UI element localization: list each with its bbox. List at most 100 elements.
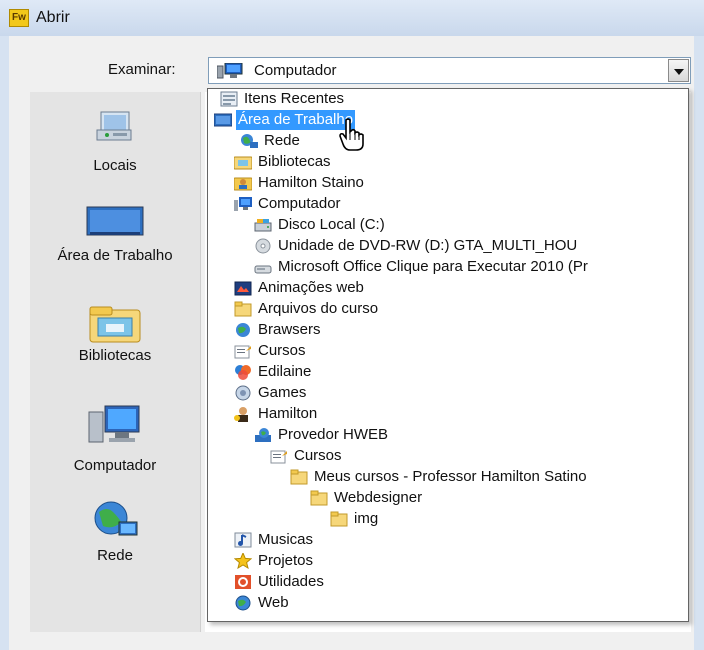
dropdown-item[interactable]: Provedor HWEB: [254, 425, 554, 445]
dropdown-item[interactable]: Cursos: [234, 341, 534, 361]
dropdown-item[interactable]: Utilidades: [234, 572, 534, 592]
hard-drive-icon: [254, 217, 272, 233]
network-icon: [240, 133, 258, 149]
dropdown-item[interactable]: Edilaine: [234, 362, 534, 382]
dropdown-item[interactable]: Microsoft Office Clique para Executar 20…: [254, 257, 688, 277]
dropdown-item-label: Projetos: [258, 552, 314, 569]
libraries-icon: [88, 304, 142, 348]
libraries-icon: [233, 154, 253, 170]
desktop-icon: [213, 112, 233, 128]
dropdown-item-label: Itens Recentes: [244, 90, 345, 107]
star-icon: [233, 551, 253, 570]
place-label: Bibliotecas: [78, 347, 152, 364]
dropdown-item[interactable]: Musicas: [234, 530, 534, 550]
place-recent[interactable]: Locais: [30, 102, 200, 174]
dropdown-item[interactable]: Animações web: [234, 278, 534, 298]
dropdown-item-label: Microsoft Office Clique para Executar 20…: [278, 258, 588, 275]
window-frame-left: [0, 36, 9, 650]
look-in-label: Examinar:: [108, 61, 176, 78]
globe-icon: [234, 595, 252, 611]
virtual-drive-icon: [254, 259, 272, 275]
dropdown-item-label: img: [354, 510, 379, 527]
place-network[interactable]: Rede: [30, 500, 200, 575]
document-folder-icon: [234, 343, 252, 359]
dropdown-item[interactable]: Projetos: [233, 551, 534, 571]
fireworks-logo: Fw: [9, 9, 29, 27]
office-icon: [234, 574, 252, 590]
place-label: Rede: [97, 547, 133, 564]
dropdown-item-label: Hamilton Staino: [258, 174, 364, 191]
dropdown-item[interactable]: Cursos: [270, 446, 570, 466]
document-folder-icon: [270, 448, 288, 464]
dropdown-item[interactable]: Computador: [234, 194, 534, 214]
dvd-drive-icon: [254, 238, 272, 254]
dropdown-item-label: Arquivos do curso: [258, 300, 379, 317]
dropdown-item[interactable]: Arquivos do curso: [234, 299, 534, 319]
dropdown-item[interactable]: Disco Local (C:): [254, 215, 674, 235]
dropdown-item-label: Cursos: [294, 447, 342, 464]
animation-folder-icon: [234, 280, 252, 296]
avatar-icon: [234, 406, 252, 422]
dropdown-item-label: Web: [258, 594, 289, 611]
network-icon: [91, 500, 139, 544]
user-folder-icon: [233, 175, 253, 191]
place-computer[interactable]: Computador: [30, 404, 200, 479]
dropdown-item-label: Bibliotecas: [258, 153, 331, 170]
folder-icon: [234, 301, 252, 317]
place-label: Área de Trabalho: [57, 247, 173, 264]
desktop-icon: [86, 206, 144, 242]
dropdown-item[interactable]: Unidade de DVD-RW (D:) GTA_MULTI_HOU: [254, 236, 688, 256]
dropdown-item[interactable]: Webdesigner: [310, 488, 610, 508]
dropdown-item[interactable]: Itens Recentes: [220, 89, 520, 109]
games-icon: [234, 385, 252, 401]
dropdown-item-label: Hamilton: [258, 405, 318, 422]
dropdown-item-label: Rede: [264, 132, 300, 149]
dropdown-item[interactable]: Games: [234, 383, 534, 403]
title-bar: Fw Abrir: [0, 0, 704, 37]
dropdown-item-label: Games: [258, 384, 307, 401]
place-label: Locais: [93, 157, 137, 174]
folder-icon: [310, 490, 328, 506]
dropdown-item-label: Webdesigner: [334, 489, 423, 506]
dropdown-item[interactable]: Hamilton Staino: [233, 173, 534, 193]
computer-icon: [234, 196, 252, 212]
dropdown-item-label: Musicas: [258, 531, 314, 548]
hand-cursor-icon: [338, 118, 366, 156]
recent-places-icon: [95, 106, 135, 150]
computer-icon: [216, 62, 243, 83]
dropdown-item-label: Utilidades: [258, 573, 324, 590]
dropdown-item-label: Computador: [258, 195, 341, 212]
look-in-value: Computador: [254, 62, 337, 79]
dropdown-item-label: Meus cursos - Professor Hamilton Satino: [314, 468, 587, 485]
dropdown-item[interactable]: Brawsers: [234, 320, 534, 340]
folder-icon: [290, 469, 308, 485]
dropdown-item-label: Disco Local (C:): [278, 216, 385, 233]
places-bar: Locais Área de Trabalho Bibliotecas Comp…: [30, 92, 201, 632]
dropdown-item[interactable]: Web: [234, 593, 534, 613]
dropdown-item-label: Brawsers: [258, 321, 321, 338]
dropdown-item-label: Provedor HWEB: [278, 426, 389, 443]
place-libraries[interactable]: Bibliotecas: [30, 304, 200, 374]
dropdown-item-label: Cursos: [258, 342, 306, 359]
place-desktop[interactable]: Área de Trabalho: [30, 200, 200, 290]
dropdown-item-label: Edilaine: [258, 363, 312, 380]
dropdown-item[interactable]: Meus cursos - Professor Hamilton Satino: [290, 467, 680, 487]
dropdown-item-label: Animações web: [258, 279, 364, 296]
folder-icon: [330, 511, 348, 527]
place-label: Computador: [73, 457, 157, 474]
dropdown-item[interactable]: Rede: [240, 131, 540, 151]
dropdown-item[interactable]: img: [330, 509, 630, 529]
look-in-dropdown-list: Itens Recentes Área de Trabalho Rede Bib…: [207, 88, 689, 622]
chevron-down-icon[interactable]: [668, 59, 689, 82]
dropdown-item-label: Unidade de DVD-RW (D:) GTA_MULTI_HOU: [278, 237, 578, 254]
dropdown-item[interactable]: Bibliotecas: [233, 152, 534, 172]
window-title: Abrir: [36, 9, 70, 26]
dropdown-item[interactable]: Hamilton: [234, 404, 534, 424]
computer-icon: [87, 404, 143, 448]
flower-icon: [234, 364, 252, 380]
window-frame-right: [694, 36, 704, 650]
look-in-combobox[interactable]: Computador: [208, 57, 691, 84]
browser-icon: [234, 322, 252, 338]
music-icon: [234, 532, 252, 548]
web-globe-icon: [254, 427, 272, 443]
